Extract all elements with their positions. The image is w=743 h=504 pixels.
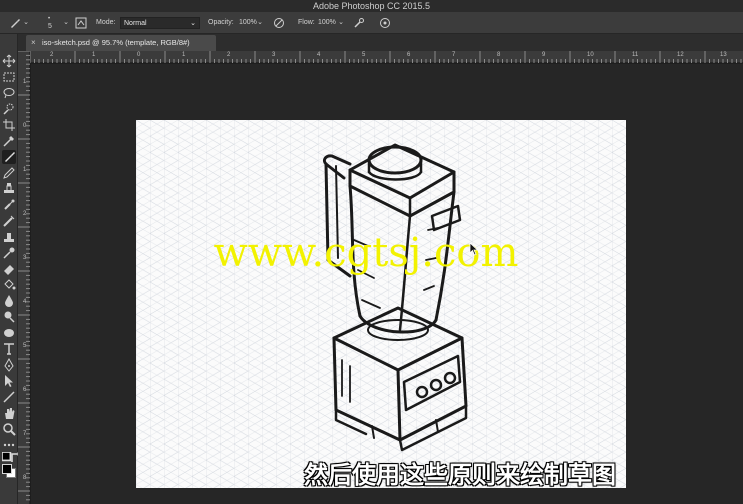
blender-sketch	[322, 143, 468, 452]
stamp-tool-icon[interactable]	[2, 230, 16, 244]
zoom-tool-icon[interactable]	[2, 422, 16, 436]
mode-label: Mode:	[96, 19, 116, 26]
ruler-label: 3	[23, 255, 27, 261]
ruler-label: 8	[497, 52, 501, 58]
ruler-label: 4	[317, 52, 321, 58]
opacity-value[interactable]: 100%	[239, 12, 257, 34]
brush-panel-toggle-icon[interactable]	[74, 16, 88, 30]
pressure-opacity-icon[interactable]	[272, 16, 286, 30]
flow-value[interactable]: 100%	[318, 12, 336, 34]
clone-stamp-tool-icon[interactable]	[2, 182, 16, 196]
app-title: Adobe Photoshop CC 2015.5	[312, 1, 431, 11]
title-bar: Adobe Photoshop CC 2015.5	[0, 0, 743, 12]
ruler-label: 0	[137, 52, 141, 58]
ruler-label: 5	[362, 52, 366, 58]
chevron-down-icon[interactable]: ⌄	[337, 16, 345, 30]
flow-label: Flow:	[298, 19, 315, 26]
chevron-down-icon: ⌄	[190, 20, 196, 27]
default-colors-icon[interactable]	[2, 452, 12, 462]
sponge-tool-icon[interactable]	[2, 326, 16, 340]
ruler-label: 7	[452, 52, 456, 58]
mode-select-value: Normal	[124, 20, 147, 27]
ruler-label: 13	[720, 52, 727, 58]
watermark-text: www.cgtsj.com	[213, 230, 519, 276]
brush-preset-icon[interactable]	[8, 16, 22, 30]
ruler-label: 2	[50, 52, 54, 58]
move-tool-icon[interactable]	[2, 54, 16, 68]
brush-tool-icon[interactable]	[2, 150, 16, 164]
ruler-label: 8	[23, 475, 27, 481]
type-tool-icon[interactable]	[2, 342, 16, 356]
ruler-label: 1	[182, 52, 186, 58]
options-bar: ⌄ • 5 ⌄ Mode: Normal ⌄ Opacity: 100% ⌄ F…	[0, 12, 743, 34]
chevron-down-icon[interactable]: ⌄	[22, 16, 30, 30]
hand-tool-icon[interactable]	[2, 406, 16, 420]
ruler-label: 1	[23, 79, 27, 85]
marquee-tool-icon[interactable]	[2, 70, 16, 84]
brush-size-value[interactable]: 5	[48, 21, 52, 33]
paint-bucket-tool-icon[interactable]	[2, 278, 16, 292]
smudge-tool-icon[interactable]	[2, 246, 16, 260]
document-tab-bar: × iso-sketch.psd @ 95.7% (template, RGB/…	[18, 34, 743, 51]
quick-selection-tool-icon[interactable]	[2, 102, 16, 116]
ruler-label: 5	[23, 343, 27, 349]
video-subtitle: 然后使用这些原则来绘制草图	[304, 462, 616, 489]
ruler-label: 6	[23, 387, 27, 393]
ruler-label: 2	[23, 211, 27, 217]
blur-tool-icon[interactable]	[2, 294, 16, 308]
crop-tool-icon[interactable]	[2, 118, 16, 132]
ruler-label: 4	[23, 299, 27, 305]
ruler-label: 0	[23, 123, 27, 129]
pen-tool-icon[interactable]	[2, 358, 16, 372]
ruler-label: 7	[23, 431, 27, 437]
ruler-label: 1	[92, 52, 96, 58]
airbrush-icon[interactable]	[352, 16, 366, 30]
lasso-tool-icon[interactable]	[2, 86, 16, 100]
eyedropper-tool-icon[interactable]	[2, 134, 16, 148]
ruler-label: 2	[227, 52, 231, 58]
pencil-tool-icon[interactable]	[2, 166, 16, 180]
ruler-label: 6	[407, 52, 411, 58]
ruler-label: 3	[272, 52, 276, 58]
mode-select[interactable]: Normal ⌄	[120, 17, 200, 29]
document-canvas[interactable]	[136, 120, 626, 488]
dodge-tool-icon[interactable]	[2, 310, 16, 324]
healing-brush-tool-icon[interactable]	[2, 214, 16, 228]
ruler-label: 9	[542, 52, 546, 58]
line-tool-icon[interactable]	[2, 390, 16, 404]
path-selection-tool-icon[interactable]	[2, 374, 16, 388]
close-icon[interactable]: ×	[31, 35, 36, 51]
eraser-tool-icon[interactable]	[2, 262, 16, 276]
document-tab[interactable]: × iso-sketch.psd @ 95.7% (template, RGB/…	[26, 35, 216, 51]
foreground-color-swatch[interactable]	[2, 464, 12, 474]
mouse-cursor-icon	[469, 242, 479, 256]
ruler-label: 11	[632, 52, 639, 58]
document-tab-label: iso-sketch.psd @ 95.7% (template, RGB/8#…	[42, 38, 190, 47]
pressure-size-icon[interactable]	[378, 16, 392, 30]
chevron-down-icon[interactable]: ⌄	[256, 16, 264, 30]
chevron-down-icon[interactable]: ⌄	[62, 16, 70, 30]
vertical-ruler[interactable]: 1 0 1 2 3 4 5 6 7 8	[18, 51, 30, 504]
swap-colors-icon[interactable]	[10, 450, 22, 462]
tools-panel	[0, 34, 22, 504]
ruler-label: 10	[587, 52, 594, 58]
history-brush-tool-icon[interactable]	[2, 198, 16, 212]
horizontal-ruler[interactable]: 2 1 0 1 2 3 4 5 6 7 8 9 10 11 12 13	[30, 51, 743, 63]
ruler-label: 1	[23, 167, 27, 173]
opacity-label: Opacity:	[208, 19, 234, 26]
ruler-label: 12	[677, 52, 684, 58]
